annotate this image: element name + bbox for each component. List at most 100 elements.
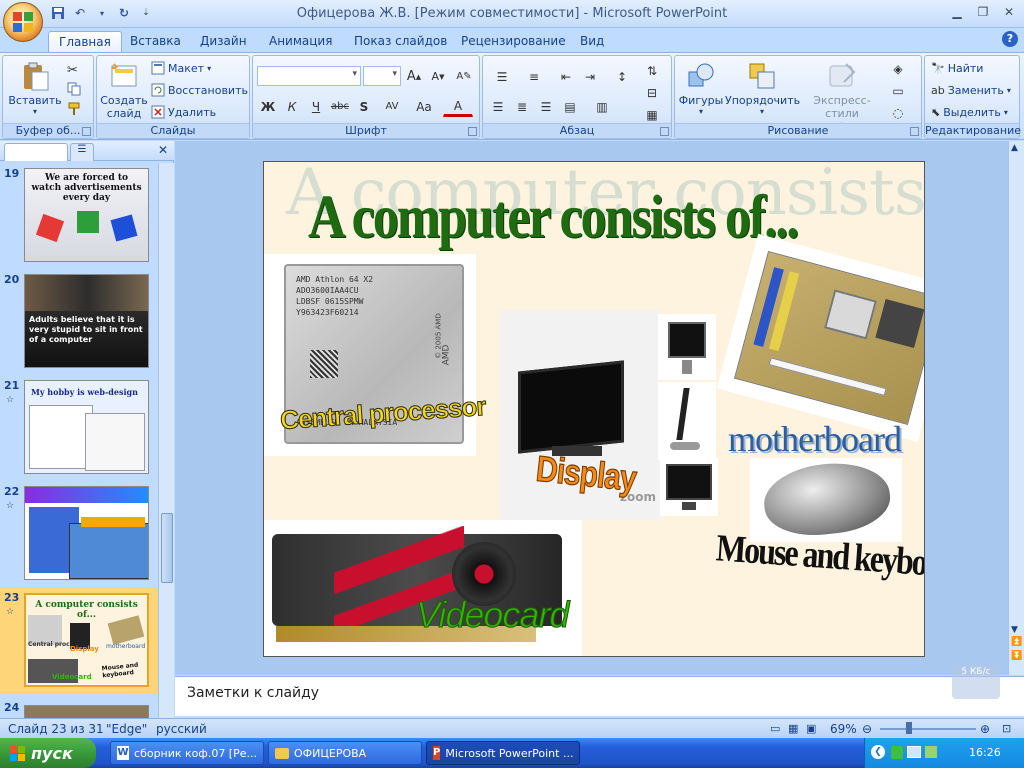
align-center-icon[interactable]: ≣ xyxy=(511,96,533,117)
tab-review[interactable]: Рецензирование xyxy=(451,31,576,52)
videocard-label[interactable]: Videocard xyxy=(415,594,569,636)
line-spacing-icon[interactable]: ↕ xyxy=(607,66,637,87)
thumbnails-scrollbar[interactable] xyxy=(158,163,174,719)
font-size-combo[interactable] xyxy=(363,66,401,86)
replace-button[interactable]: ab Заменить ▾ xyxy=(931,80,1011,100)
shape-outline-icon[interactable]: ▭ xyxy=(887,80,909,101)
monitor-front-image[interactable] xyxy=(660,458,718,516)
tab-outline[interactable]: ☰ xyxy=(70,143,94,161)
tab-view[interactable]: Вид xyxy=(570,31,614,52)
select-button[interactable]: ⬉ Выделить ▾ xyxy=(931,102,1008,122)
start-button[interactable]: пуск xyxy=(0,738,96,768)
clock[interactable]: 16:26 xyxy=(969,746,1001,759)
slide-title[interactable]: A computer consists of... xyxy=(308,183,908,253)
taskbar-item-folder[interactable]: ОФИЦЕРОВА xyxy=(268,741,422,765)
text-direction-icon[interactable]: ⇅ xyxy=(641,60,663,81)
motherboard-image[interactable] xyxy=(716,233,924,443)
paragraph-launcher-icon[interactable] xyxy=(660,127,669,136)
tray-arrow-icon[interactable]: ❮ xyxy=(871,745,885,759)
spacing-button[interactable]: AV xyxy=(377,96,407,117)
align-right-icon[interactable]: ☰ xyxy=(535,96,557,117)
zoom-out-icon[interactable]: ⊖ xyxy=(862,722,872,736)
zoom-level[interactable]: 69% xyxy=(830,722,857,736)
tab-slides[interactable] xyxy=(4,143,68,161)
restore-button[interactable]: ❐ xyxy=(972,3,994,21)
bold-button[interactable]: Ж xyxy=(257,96,279,117)
format-painter-button[interactable] xyxy=(67,100,81,120)
thumbnail-item[interactable]: 24 xyxy=(0,697,158,719)
change-case-button[interactable]: Aa xyxy=(409,96,439,117)
delete-slide-button[interactable]: Удалить xyxy=(151,102,216,122)
close-pane-icon[interactable]: ✕ xyxy=(158,143,168,157)
scroll-down-icon[interactable]: ▼ xyxy=(1011,625,1018,635)
new-slide-button[interactable]: Создать слайд xyxy=(99,58,149,122)
columns-icon[interactable]: ▥ xyxy=(587,96,617,117)
close-button[interactable]: ✕ xyxy=(998,3,1020,21)
tab-slideshow[interactable]: Показ слайдов xyxy=(344,31,457,52)
reset-button[interactable]: Восстановить xyxy=(151,80,248,100)
zoom-in-icon[interactable]: ⊕ xyxy=(980,722,990,736)
taskbar-item-word[interactable]: W сборник коф.07 [Ре... xyxy=(110,741,264,765)
minimize-button[interactable]: ▁ xyxy=(946,3,968,21)
zoom-slider[interactable] xyxy=(880,728,976,730)
strike-button[interactable]: abc xyxy=(329,96,351,117)
font-launcher-icon[interactable] xyxy=(468,127,477,136)
arrange-button[interactable]: Упорядочить ▾ xyxy=(725,58,800,122)
thumbnail-item-selected[interactable]: 23 ☆ A computer consists of... Central p… xyxy=(0,587,158,693)
shield-icon[interactable] xyxy=(891,746,903,759)
shadow-button[interactable]: S xyxy=(353,96,375,117)
thumbnail-item[interactable]: 22 ☆ xyxy=(0,481,158,583)
copy-button[interactable] xyxy=(67,80,81,100)
zoom-slider-thumb[interactable] xyxy=(906,722,912,734)
align-left-icon[interactable]: ☰ xyxy=(487,96,509,117)
help-icon[interactable]: ? xyxy=(1002,31,1018,47)
tab-insert[interactable]: Вставка xyxy=(120,31,191,52)
slide-canvas[interactable]: A computer consists of... A computer con… xyxy=(263,161,925,657)
fit-to-window-icon[interactable]: ⊡ xyxy=(1002,722,1011,735)
language[interactable]: русский xyxy=(156,722,207,736)
clear-format-icon[interactable]: A✎ xyxy=(453,66,475,87)
scroll-up-icon[interactable]: ▲ xyxy=(1011,143,1018,153)
numbering-icon[interactable]: ≡ xyxy=(519,66,549,87)
tab-home[interactable]: Главная xyxy=(48,31,122,52)
decrease-indent-icon[interactable]: ⇤ xyxy=(555,66,577,87)
office-button[interactable] xyxy=(3,2,43,42)
network-icon[interactable] xyxy=(907,746,921,758)
notes-placeholder[interactable]: Заметки к слайду xyxy=(187,685,319,701)
layout-button[interactable]: Макет ▾ xyxy=(151,58,211,78)
thumbnail-item[interactable]: 19 We are forced to watch advertisements… xyxy=(0,163,158,265)
smartart-icon[interactable]: ▦ xyxy=(641,104,663,125)
shape-effects-icon[interactable]: ◌ xyxy=(887,102,909,123)
tab-design[interactable]: Дизайн xyxy=(190,31,257,52)
tab-animation[interactable]: Анимация xyxy=(259,31,342,52)
sorter-view-icon[interactable]: ▦ xyxy=(788,722,798,735)
font-family-combo[interactable] xyxy=(257,66,361,86)
shapes-button[interactable]: Фигуры ▾ xyxy=(677,58,725,122)
underline-button[interactable]: Ч xyxy=(305,96,327,117)
motherboard-label[interactable]: motherboard xyxy=(728,418,902,460)
shrink-font-icon[interactable]: A ▼ xyxy=(427,66,449,87)
font-color-button[interactable]: A xyxy=(443,96,473,117)
monitor-side-image[interactable] xyxy=(658,382,716,460)
scrollbar-thumb[interactable] xyxy=(161,513,173,583)
slide-scrollbar[interactable]: ▲ ▼ ⏫ ⏬ xyxy=(1008,141,1024,675)
justify-icon[interactable]: ▤ xyxy=(559,96,581,117)
taskbar-item-powerpoint[interactable]: P Microsoft PowerPoint ... xyxy=(426,741,580,765)
thumbnail-item[interactable]: 20 Adults believe that it is very stupid… xyxy=(0,269,158,371)
thumbnail-item[interactable]: 21 ☆ My hobby is web-design xyxy=(0,375,158,477)
prev-slide-icon[interactable]: ⏫ xyxy=(1011,637,1022,647)
shape-fill-icon[interactable]: ◈ xyxy=(887,58,909,79)
align-text-icon[interactable]: ⊟ xyxy=(641,82,663,103)
increase-indent-icon[interactable]: ⇥ xyxy=(579,66,601,87)
bullets-icon[interactable]: ☰ xyxy=(487,66,517,87)
notes-pane[interactable]: Заметки к слайду 5 КБ/с xyxy=(175,665,1024,716)
cut-button[interactable]: ✂ xyxy=(67,60,78,80)
clipboard-launcher-icon[interactable] xyxy=(82,127,91,136)
next-slide-icon[interactable]: ⏬ xyxy=(1011,651,1022,661)
monitor-small-image[interactable] xyxy=(658,314,716,380)
drawing-launcher-icon[interactable] xyxy=(910,127,919,136)
grow-font-icon[interactable]: A ▲ xyxy=(403,66,425,87)
slideshow-view-icon[interactable]: ▣ xyxy=(806,722,816,735)
paste-button[interactable]: Вставить ▾ xyxy=(7,58,63,122)
quick-styles-button[interactable]: Экспресс-стили ▾ xyxy=(799,58,885,129)
